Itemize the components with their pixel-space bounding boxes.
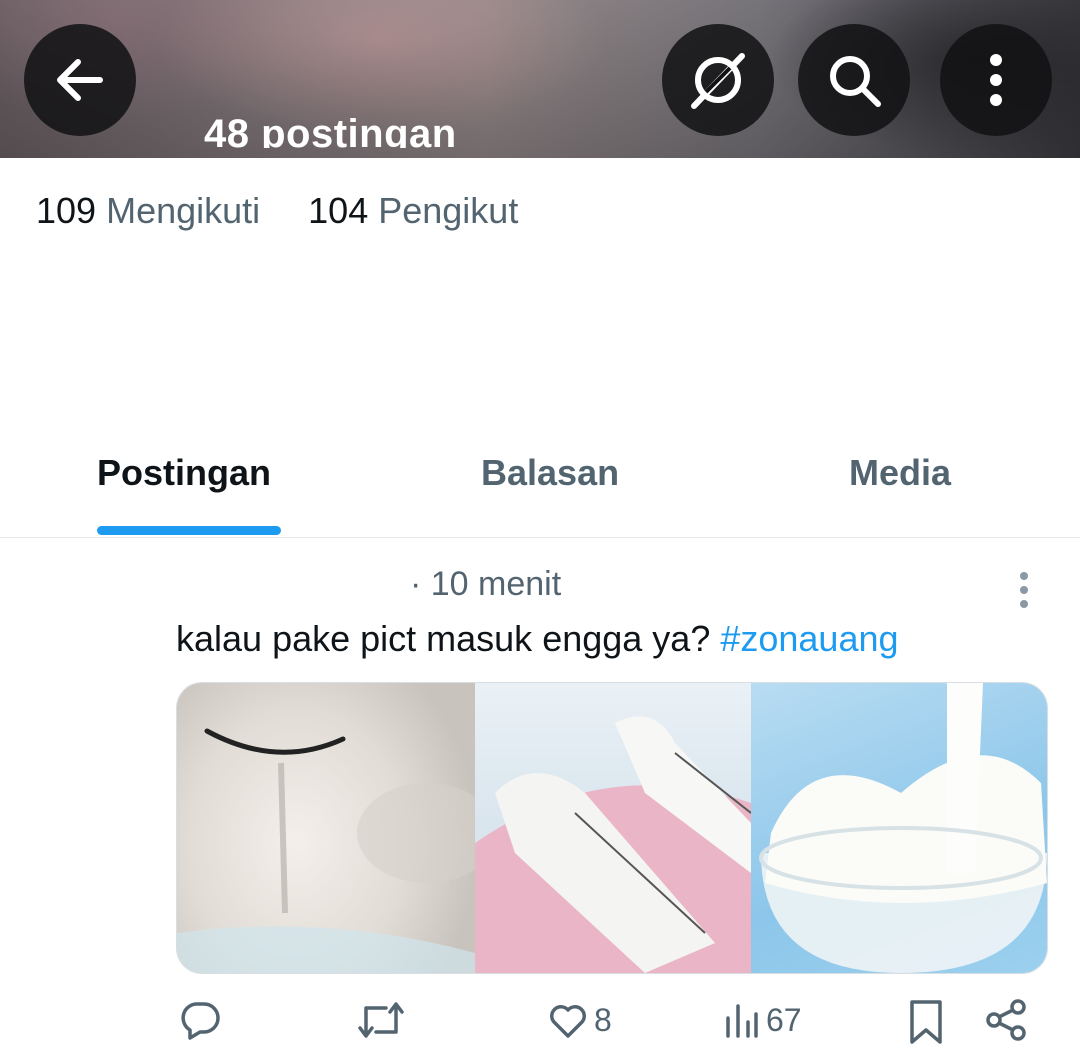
header-post-count: 48 postingan xyxy=(204,112,457,148)
post-media-grid[interactable] xyxy=(176,682,1048,974)
retweet-icon xyxy=(358,1002,404,1038)
followers-stat[interactable]: 104 Pengikut xyxy=(308,190,518,232)
like-button[interactable]: 8 xyxy=(546,998,612,1042)
post-text: kalau pake pict masuk engga ya? #zonauang xyxy=(176,618,899,660)
bookmark-button[interactable] xyxy=(906,998,946,1046)
post-body: kalau pake pict masuk engga ya? xyxy=(176,618,711,659)
active-tab-indicator xyxy=(97,526,281,535)
reply-icon xyxy=(181,1002,220,1040)
post-more-button[interactable] xyxy=(1004,568,1044,612)
views-button[interactable]: 67 xyxy=(722,998,802,1042)
back-arrow-icon xyxy=(57,59,103,101)
followers-count: 104 xyxy=(308,190,369,231)
profile-header-banner: 48 postingan xyxy=(0,0,1080,158)
media-image-crying-face[interactable] xyxy=(177,683,475,973)
share-icon xyxy=(986,999,1026,1041)
bookmark-icon xyxy=(910,1000,942,1044)
media-image-legs[interactable] xyxy=(475,683,751,973)
tab-posts[interactable]: Postingan xyxy=(97,452,271,494)
more-options-button[interactable] xyxy=(940,24,1052,136)
grok-icon xyxy=(691,53,745,109)
following-count: 109 xyxy=(36,190,97,231)
post-timestamp[interactable]: · 10 menit xyxy=(410,565,561,604)
following-label: Mengikuti xyxy=(106,190,261,231)
views-icon xyxy=(726,1004,758,1038)
profile-tabs: Postingan Balasan Media xyxy=(0,430,1080,538)
tab-replies[interactable]: Balasan xyxy=(481,452,619,494)
search-icon xyxy=(830,56,881,107)
like-icon xyxy=(550,1005,586,1038)
following-stat[interactable]: 109 Mengikuti xyxy=(36,190,260,232)
followers-label: Pengikut xyxy=(378,190,519,231)
search-button[interactable] xyxy=(798,24,910,136)
follow-stats: 109 Mengikuti 104 Pengikut xyxy=(36,190,518,232)
post-action-bar: 8 67 xyxy=(0,998,1080,1050)
share-button[interactable] xyxy=(984,998,1028,1042)
view-count: 67 xyxy=(766,1001,802,1038)
post-hashtag[interactable]: #zonauang xyxy=(720,618,898,659)
tab-media[interactable]: Media xyxy=(849,452,951,494)
media-image-milk[interactable] xyxy=(751,683,1047,973)
more-vertical-icon xyxy=(1020,572,1028,608)
more-vertical-icon xyxy=(990,54,1002,106)
repost-button[interactable] xyxy=(356,998,406,1042)
like-count: 8 xyxy=(594,1001,612,1038)
grok-button[interactable] xyxy=(662,24,774,136)
back-button[interactable] xyxy=(24,24,136,136)
reply-button[interactable] xyxy=(178,998,222,1042)
